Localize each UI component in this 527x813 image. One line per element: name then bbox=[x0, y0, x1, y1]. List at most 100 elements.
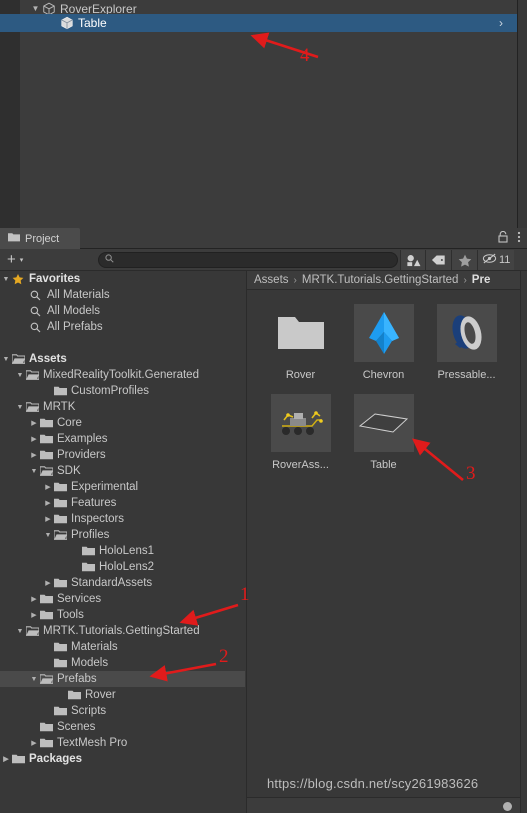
chevron-down-icon[interactable]: ▼ bbox=[0, 356, 12, 363]
hierarchy-right-edge bbox=[517, 0, 527, 228]
search-icon bbox=[30, 322, 45, 333]
tree-item-services[interactable]: ▶ Services bbox=[0, 591, 245, 607]
project-tree-pane[interactable]: ▼ Favorites All Materials All Models All Pre… bbox=[0, 271, 245, 813]
tree-item-label: Providers bbox=[57, 449, 106, 461]
folder-open-icon bbox=[26, 626, 41, 636]
tree-item-textmesh-pro[interactable]: ▶ TextMesh Pro bbox=[0, 735, 245, 751]
tree-item-models[interactable]: Models bbox=[0, 655, 245, 671]
tree-item-hololens2[interactable]: HoloLens2 bbox=[0, 559, 245, 575]
tree-item-mrtk[interactable]: ▼ MRTK bbox=[0, 399, 245, 415]
favorites-filter-icon[interactable] bbox=[452, 250, 478, 270]
folder-icon bbox=[8, 232, 20, 245]
project-grid-pane: Assets › MRTK.Tutorials.GettingStarted › Pre… bbox=[246, 271, 527, 813]
tree-item-favorites[interactable]: ▼ Favorites bbox=[0, 271, 245, 287]
tree-item-tools[interactable]: ▶ Tools bbox=[0, 607, 245, 623]
chevron-right-icon[interactable]: › bbox=[499, 16, 503, 30]
hierarchy-item-table[interactable]: Table › bbox=[0, 14, 517, 32]
tree-item-inspectors[interactable]: ▶ Inspectors bbox=[0, 511, 245, 527]
thumbnail-size-slider[interactable] bbox=[503, 802, 512, 811]
chevron-down-icon[interactable]: ▼ bbox=[14, 404, 26, 411]
rover-model-icon bbox=[270, 394, 331, 452]
tree-item-mixedrealitytoolkit-generated[interactable]: ▼ MixedRealityToolkit.Generated bbox=[0, 367, 245, 383]
tree-item-prefabs[interactable]: ▼ Prefabs bbox=[0, 671, 245, 687]
create-asset-button[interactable]: + ▾ bbox=[7, 252, 23, 267]
chevron-right-icon[interactable]: ▶ bbox=[42, 515, 54, 523]
tree-item-rover[interactable]: Rover bbox=[0, 687, 245, 703]
tree-item-providers[interactable]: ▶ Providers bbox=[0, 447, 245, 463]
project-toolbar: + ▾ 11 bbox=[0, 249, 527, 271]
asset-item-chevron[interactable]: Chevron bbox=[342, 304, 425, 394]
tree-item-customprofiles[interactable]: CustomProfiles bbox=[0, 383, 245, 399]
tree-item-label: Scripts bbox=[71, 705, 107, 717]
tree-item-standardassets[interactable]: ▶ StandardAssets bbox=[0, 575, 245, 591]
tree-item-scenes[interactable]: Scenes bbox=[0, 719, 245, 735]
lock-icon[interactable] bbox=[498, 230, 508, 246]
folder-open-icon bbox=[12, 354, 27, 364]
tree-item-core[interactable]: ▶ Core bbox=[0, 415, 245, 431]
breadcrumb-item[interactable]: Assets bbox=[254, 274, 289, 286]
tree-item-scripts[interactable]: Scripts bbox=[0, 703, 245, 719]
asset-item-pressable[interactable]: Pressable... bbox=[425, 304, 508, 394]
chevron-right-icon[interactable]: ▶ bbox=[28, 595, 40, 603]
folder-icon bbox=[40, 610, 55, 620]
search-input-container[interactable] bbox=[98, 252, 398, 268]
tree-item-label: Inspectors bbox=[71, 513, 125, 525]
hierarchy-item-label: Table bbox=[78, 16, 107, 30]
annotation-number-1: 1 bbox=[240, 584, 250, 605]
type-filter-icon[interactable] bbox=[400, 250, 426, 270]
chevron-right-icon[interactable]: ▶ bbox=[42, 499, 54, 507]
chevron-right-icon[interactable]: ▶ bbox=[28, 435, 40, 443]
tree-item-features[interactable]: ▶ Features bbox=[0, 495, 245, 511]
chevron-right-icon[interactable]: ▶ bbox=[0, 755, 12, 763]
search-input[interactable] bbox=[118, 253, 378, 267]
tree-item-label: Features bbox=[71, 497, 117, 509]
chevron-right-icon[interactable]: ▶ bbox=[28, 419, 40, 427]
tree-item-all-prefabs[interactable]: All Prefabs bbox=[0, 319, 245, 335]
folder-icon bbox=[40, 434, 55, 444]
kebab-menu-icon[interactable] bbox=[517, 231, 521, 246]
tree-item-all-models[interactable]: All Models bbox=[0, 303, 245, 319]
asset-label: Table bbox=[370, 459, 397, 471]
tree-item-label: Scenes bbox=[57, 721, 96, 733]
tree-item-label: Experimental bbox=[71, 481, 139, 493]
annotation-number-3: 3 bbox=[466, 463, 476, 484]
tree-item-experimental[interactable]: ▶ Experimental bbox=[0, 479, 245, 495]
breadcrumb-item[interactable]: MRTK.Tutorials.GettingStarted bbox=[302, 274, 459, 286]
hidden-assets-indicator[interactable]: 11 bbox=[478, 250, 515, 270]
label-filter-icon[interactable] bbox=[426, 250, 452, 270]
tree-item-sdk[interactable]: ▼ SDK bbox=[0, 463, 245, 479]
chevron-right-icon[interactable]: ▶ bbox=[28, 739, 40, 747]
tree-item-packages[interactable]: ▶ Packages bbox=[0, 751, 245, 767]
chevron-right-icon[interactable]: ▶ bbox=[28, 611, 40, 619]
tree-item-mrtk-tutorials-gettingstarted[interactable]: ▼ MRTK.Tutorials.GettingStarted bbox=[0, 623, 245, 639]
asset-label: Pressable... bbox=[437, 369, 496, 381]
chevron-down-icon[interactable]: ▼ bbox=[0, 276, 12, 283]
chevron-down-icon[interactable]: ▼ bbox=[14, 628, 26, 635]
chevron-down-icon[interactable]: ▼ bbox=[42, 532, 54, 539]
tree-item-label: Examples bbox=[57, 433, 108, 445]
tab-project[interactable]: Project bbox=[0, 228, 80, 249]
folder-large-icon bbox=[271, 304, 331, 362]
chevron-right-icon[interactable]: ▶ bbox=[42, 483, 54, 491]
tree-item-label: SDK bbox=[57, 465, 81, 477]
chevron-down-icon[interactable]: ▼ bbox=[28, 468, 40, 475]
tree-item-label: All Materials bbox=[47, 289, 110, 301]
breadcrumb-item[interactable]: Pre bbox=[472, 274, 491, 286]
chevron-right-icon[interactable]: ▶ bbox=[28, 451, 40, 459]
breadcrumb[interactable]: Assets › MRTK.Tutorials.GettingStarted › Pre bbox=[247, 271, 527, 290]
asset-item-rover[interactable]: Rover bbox=[259, 304, 342, 394]
tree-item-all-materials[interactable]: All Materials bbox=[0, 287, 245, 303]
folder-icon bbox=[40, 418, 55, 428]
tree-item-examples[interactable]: ▶ Examples bbox=[0, 431, 245, 447]
tree-item-profiles[interactable]: ▼ Profiles bbox=[0, 527, 245, 543]
asset-item-roverassembly[interactable]: RoverAss... bbox=[259, 394, 342, 484]
folder-icon bbox=[54, 482, 69, 492]
chevron-down-icon[interactable]: ▼ bbox=[14, 372, 26, 379]
chevron-right-icon[interactable]: ▶ bbox=[42, 579, 54, 587]
star-icon bbox=[12, 273, 27, 285]
tree-item-materials[interactable]: Materials bbox=[0, 639, 245, 655]
asset-item-table[interactable]: Table bbox=[342, 394, 425, 484]
tree-item-hololens1[interactable]: HoloLens1 bbox=[0, 543, 245, 559]
chevron-down-icon[interactable]: ▼ bbox=[28, 676, 40, 683]
tree-item-assets[interactable]: ▼ Assets bbox=[0, 351, 245, 367]
